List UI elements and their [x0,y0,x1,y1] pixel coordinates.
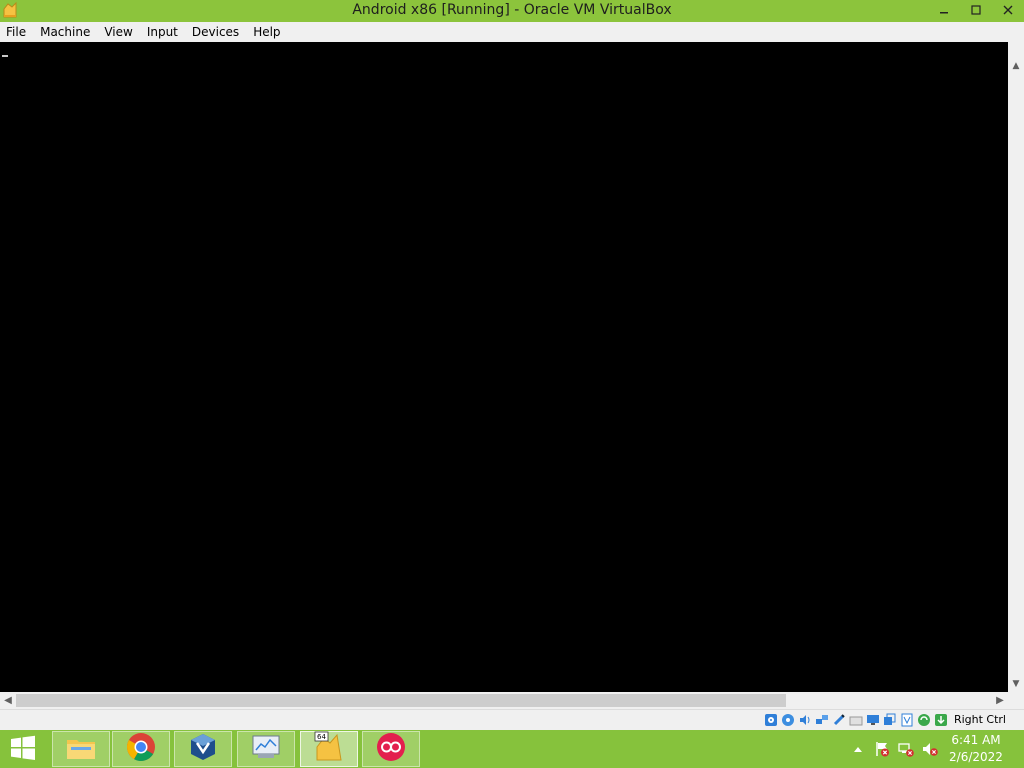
scrollbar-corner [1008,692,1024,709]
chevron-up-icon[interactable] [850,741,866,757]
network-icon[interactable] [815,713,830,728]
status-icons: Right Ctrl [764,712,1006,728]
menu-bar: File Machine View Input Devices Help [0,22,1024,42]
vm-64bit-badge: 64 [317,733,326,741]
taskbar-file-explorer[interactable] [52,731,110,767]
menu-machine[interactable]: Machine [33,22,97,42]
close-icon [1003,5,1013,15]
vm-display[interactable] [0,42,1008,692]
chrome-icon [126,732,156,766]
video-capture-icon[interactable] [883,713,898,728]
scroll-left-icon[interactable]: ◀ [0,692,16,709]
cpu-icon[interactable] [900,713,915,728]
vbox-manager-icon [250,732,282,766]
text-cursor [2,55,8,57]
hard-disk-icon[interactable] [764,713,779,728]
file-explorer-icon [65,733,97,765]
scroll-right-icon[interactable]: ▶ [992,692,1008,709]
vertical-scrollbar[interactable]: ▲ ▼ [1008,42,1024,692]
volume-muted-icon[interactable] [922,741,938,757]
taskbar-chrome[interactable] [112,731,170,767]
windows-start-icon [10,735,36,765]
menu-devices[interactable]: Devices [185,22,246,42]
taskbar-vbox-manager[interactable] [237,731,295,767]
window-title: Android x86 [Running] - Oracle VM Virtua… [352,2,672,18]
red-circle-app-icon [376,732,406,766]
android-vm-icon: 64 [313,731,345,767]
clock-time: 6:41 AM [951,733,1001,747]
network-alert-icon[interactable] [898,741,914,757]
menu-input[interactable]: Input [140,22,185,42]
title-bar[interactable]: Android x86 [Running] - Oracle VM Virtua… [0,0,1024,22]
keyboard-capture-icon[interactable] [934,713,949,728]
menu-help[interactable]: Help [246,22,287,42]
window-controls [928,0,1024,20]
shared-folders-icon[interactable] [849,713,864,728]
virtualbox-icon [188,732,218,766]
optical-drive-icon[interactable] [781,713,796,728]
host-key-label: Right Ctrl [953,713,1006,726]
taskbar-android-vm[interactable]: 64 [300,731,358,767]
flag-alert-icon[interactable] [874,741,890,757]
horizontal-scroll-thumb[interactable] [16,694,786,707]
audio-icon[interactable] [798,713,813,728]
horizontal-scrollbar[interactable]: ◀ ▶ [0,692,1008,709]
close-button[interactable] [992,0,1024,20]
scroll-down-icon[interactable]: ▼ [1008,676,1024,692]
start-button[interactable] [6,735,40,765]
taskbar-virtualbox[interactable] [174,731,232,767]
vm-status-bar: Right Ctrl [0,709,1024,730]
minimize-icon [939,5,949,15]
scroll-up-icon[interactable]: ▲ [1008,58,1024,74]
menu-file[interactable]: File [0,22,33,42]
maximize-icon [971,5,981,15]
taskbar-clock[interactable]: 6:41 AM 2/6/2022 [946,732,1006,766]
taskbar-red-app[interactable] [362,731,420,767]
usb-icon[interactable] [832,713,847,728]
menu-view[interactable]: View [97,22,139,42]
minimize-button[interactable] [928,0,960,20]
taskbar: 64 6:41 AM 2/6/2022 [0,730,1024,768]
mouse-integration-icon[interactable] [917,713,932,728]
maximize-button[interactable] [960,0,992,20]
clock-date: 2/6/2022 [949,750,1003,764]
display-icon[interactable] [866,713,881,728]
